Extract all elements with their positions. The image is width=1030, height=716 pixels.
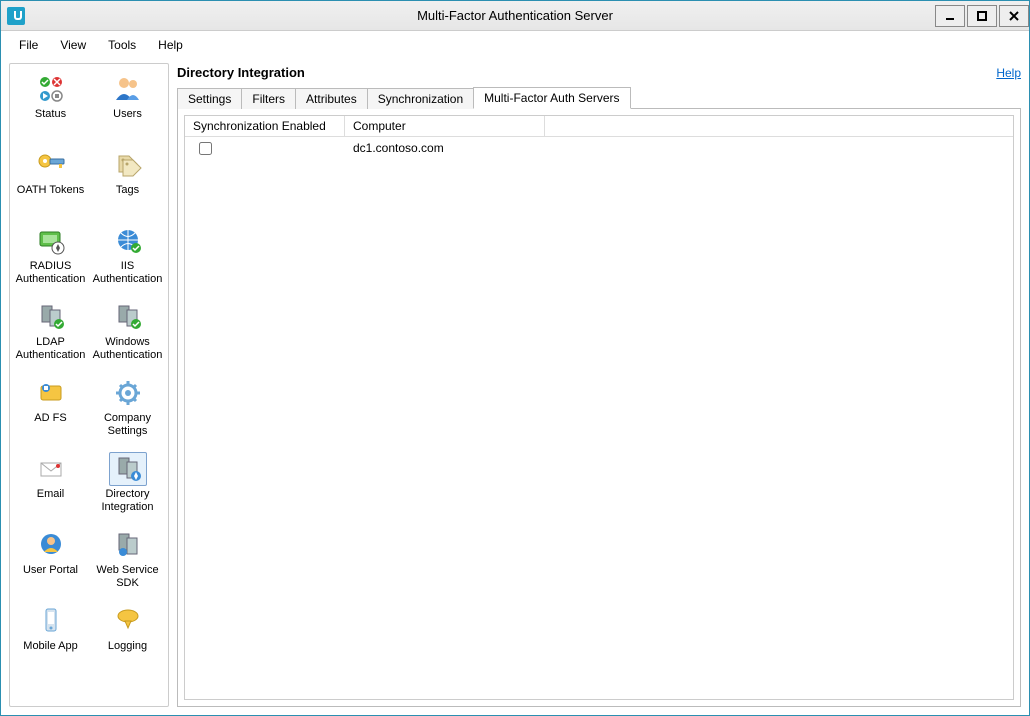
ldap-icon: [36, 302, 66, 332]
key-icon: [36, 150, 66, 180]
sidebar-item-label: User Portal: [23, 564, 78, 577]
main-panel: Directory Integration Help Settings Filt…: [177, 63, 1021, 707]
grid-body: dc1.contoso.com: [185, 137, 1013, 699]
email-icon: [36, 454, 66, 484]
sidebar-item-label: Windows Authentication: [90, 336, 165, 361]
menu-file[interactable]: File: [9, 34, 48, 56]
iis-icon: [113, 226, 143, 256]
tags-icon: [113, 150, 143, 180]
status-icon: [36, 74, 66, 104]
sidebar-item-logging[interactable]: Logging: [89, 602, 166, 678]
sidebar: Status Users OATH Tokens Tags RADIUS Aut…: [9, 63, 169, 707]
titlebar: Multi-Factor Authentication Server: [1, 1, 1029, 31]
sidebar-item-label: RADIUS Authentication: [13, 260, 88, 285]
menu-tools[interactable]: Tools: [98, 34, 146, 56]
sidebar-item-label: Web Service SDK: [90, 564, 165, 589]
sidebar-item-label: Users: [113, 108, 142, 121]
sidebar-item-mobile-app[interactable]: Mobile App: [12, 602, 89, 678]
sidebar-item-label: OATH Tokens: [17, 184, 84, 197]
windows-auth-icon: [113, 302, 143, 332]
sidebar-item-label: Email: [37, 488, 65, 501]
tab-synchronization[interactable]: Synchronization: [367, 88, 474, 109]
sidebar-item-label: LDAP Authentication: [13, 336, 88, 361]
sidebar-item-label: Logging: [108, 640, 147, 653]
sidebar-item-label: Tags: [116, 184, 139, 197]
page-title: Directory Integration: [177, 65, 305, 80]
help-link[interactable]: Help: [996, 66, 1021, 80]
gear-icon: [113, 378, 143, 408]
menubar: File View Tools Help: [1, 31, 1029, 59]
sidebar-item-label: AD FS: [34, 412, 66, 425]
logging-icon: [113, 606, 143, 636]
tab-pane: Synchronization Enabled Computer dc1.con…: [177, 108, 1021, 707]
sidebar-item-status[interactable]: Status: [12, 70, 89, 146]
sidebar-item-web-service-sdk[interactable]: Web Service SDK: [89, 526, 166, 602]
mobile-icon: [36, 606, 66, 636]
sidebar-item-label: Directory Integration: [90, 488, 165, 513]
column-spacer: [545, 116, 1013, 136]
menu-view[interactable]: View: [50, 34, 96, 56]
tab-mfa-servers[interactable]: Multi-Factor Auth Servers: [473, 87, 630, 109]
sidebar-item-radius-auth[interactable]: RADIUS Authentication: [12, 222, 89, 298]
minimize-button[interactable]: [935, 5, 965, 27]
radius-icon: [36, 226, 66, 256]
sidebar-item-company-settings[interactable]: Company Settings: [89, 374, 166, 450]
close-button[interactable]: [999, 5, 1029, 27]
sidebar-item-directory-integration[interactable]: Directory Integration: [89, 450, 166, 526]
sidebar-item-tags[interactable]: Tags: [89, 146, 166, 222]
app-icon: [7, 7, 25, 25]
computer-cell: dc1.contoso.com: [345, 139, 545, 157]
sidebar-item-users[interactable]: Users: [89, 70, 166, 146]
users-icon: [113, 74, 143, 104]
window-title: Multi-Factor Authentication Server: [1, 8, 1029, 23]
directory-icon: [113, 454, 143, 484]
table-row[interactable]: dc1.contoso.com: [185, 137, 1013, 159]
sidebar-item-label: Status: [35, 108, 66, 121]
tab-attributes[interactable]: Attributes: [295, 88, 368, 109]
sidebar-item-iis-auth[interactable]: IIS Authentication: [89, 222, 166, 298]
sidebar-item-oath-tokens[interactable]: OATH Tokens: [12, 146, 89, 222]
tab-settings[interactable]: Settings: [177, 88, 242, 109]
column-computer[interactable]: Computer: [345, 116, 545, 136]
adfs-icon: [36, 378, 66, 408]
sidebar-item-ldap-auth[interactable]: LDAP Authentication: [12, 298, 89, 374]
sidebar-item-user-portal[interactable]: User Portal: [12, 526, 89, 602]
sidebar-item-email[interactable]: Email: [12, 450, 89, 526]
servers-grid: Synchronization Enabled Computer dc1.con…: [184, 115, 1014, 700]
sync-enabled-checkbox[interactable]: [199, 142, 212, 155]
sdk-icon: [113, 530, 143, 560]
tab-filters[interactable]: Filters: [241, 88, 296, 109]
user-portal-icon: [36, 530, 66, 560]
column-sync-enabled[interactable]: Synchronization Enabled: [185, 116, 345, 136]
sidebar-item-windows-auth[interactable]: Windows Authentication: [89, 298, 166, 374]
menu-help[interactable]: Help: [148, 34, 193, 56]
sidebar-item-label: IIS Authentication: [90, 260, 165, 285]
sidebar-item-adfs[interactable]: AD FS: [12, 374, 89, 450]
tabs: Settings Filters Attributes Synchronizat…: [177, 86, 1021, 108]
sidebar-item-label: Company Settings: [90, 412, 165, 437]
maximize-button[interactable]: [967, 5, 997, 27]
sidebar-item-label: Mobile App: [23, 640, 77, 653]
